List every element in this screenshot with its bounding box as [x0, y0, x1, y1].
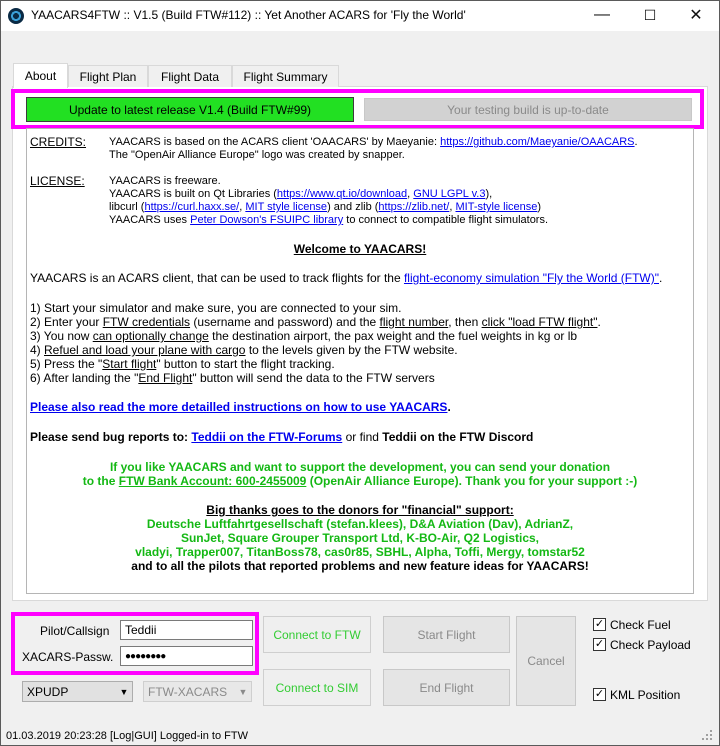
check-fuel-checkbox[interactable]: ✓ [593, 618, 606, 631]
sim-type-value: XPUDP [27, 684, 69, 699]
acars-type-value: FTW-XACARS [148, 684, 228, 699]
donate-line-2: to the FTW Bank Account: 600-2455009 (Op… [82, 474, 638, 488]
step-6: 6) After landing the "End Flight" button… [30, 371, 435, 385]
thanks-heading: Big thanks goes to the donors for "finan… [206, 503, 514, 517]
tab-flight-summary[interactable]: Flight Summary [232, 65, 339, 87]
license-line-4: YAACARS uses Peter Dowson's FSUIPC libra… [109, 214, 549, 226]
curl-link[interactable]: https://curl.haxx.se/ [144, 201, 239, 213]
password-label: XACARS-Passw. [22, 650, 114, 664]
testing-build-button: Your testing build is up-to-date [364, 98, 692, 121]
cancel-button[interactable]: Cancel [516, 616, 576, 706]
sim-type-select[interactable]: XPUDP ▼ [22, 681, 133, 702]
update-release-button[interactable]: Update to latest release V1.4 (Build FTW… [26, 97, 354, 122]
end-flight-button[interactable]: End Flight [383, 669, 510, 706]
credits-line-2: The "OpenAir Alliance Europe" logo was c… [109, 149, 405, 161]
tab-flight-plan[interactable]: Flight Plan [68, 65, 148, 87]
fsuipc-link[interactable]: Peter Dowson's FSUIPC library [190, 214, 343, 226]
connect-ftw-button[interactable]: Connect to FTW [263, 616, 371, 653]
mit-license-link[interactable]: MIT style license [245, 201, 327, 213]
minimize-icon[interactable]: — [579, 0, 625, 30]
step-4: 4) Refuel and load your plane with cargo… [30, 343, 458, 357]
check-payload-checkbox[interactable]: ✓ [593, 638, 606, 651]
step-2: 2) Enter your FTW credentials (username … [30, 315, 601, 329]
resize-grip-icon[interactable] [700, 728, 714, 742]
about-text-panel[interactable]: CREDITS: YAACARS is based on the ACARS c… [26, 128, 694, 594]
mit-style-license-link[interactable]: MIT-style license [455, 201, 537, 213]
ftw-site-link[interactable]: flight-economy simulation "Fly the World… [404, 271, 659, 285]
callsign-label: Pilot/Callsign [40, 624, 110, 638]
ftw-forum-link[interactable]: Teddii on the FTW-Forums [191, 430, 342, 444]
lgpl-link[interactable]: GNU LGPL v.3 [413, 188, 485, 200]
step-1: 1) Start your simulator and make sure, y… [30, 301, 402, 315]
chevron-down-icon: ▼ [238, 686, 248, 697]
step-5: 5) Press the "Start flight" button to st… [30, 357, 335, 371]
kml-position-checkbox[interactable]: ✓ [593, 688, 606, 701]
close-icon[interactable]: ✕ [673, 0, 719, 30]
qt-download-link[interactable]: https://www.qt.io/download [277, 188, 407, 200]
donors-line-2: SunJet, Square Grouper Transport Ltd, K-… [180, 531, 540, 545]
tab-about[interactable]: About [13, 63, 68, 88]
welcome-heading: Welcome to YAACARS! [293, 242, 427, 256]
password-input[interactable]: ●●●●●●●● [120, 646, 253, 666]
donate-line-1: If you like YAACARS and want to support … [109, 460, 611, 474]
license-label: LICENSE: [30, 174, 85, 188]
callsign-input[interactable]: Teddii [120, 620, 253, 640]
license-line-2: YAACARS is built on Qt Libraries (https:… [109, 188, 493, 200]
status-bar-text: 01.03.2019 20:23:28 [Log|GUI] Logged-in … [6, 730, 248, 742]
zlib-link[interactable]: https://zlib.net/ [378, 201, 449, 213]
tab-flight-data[interactable]: Flight Data [148, 65, 232, 87]
credits-label: CREDITS: [30, 135, 87, 149]
chevron-down-icon: ▼ [119, 686, 129, 697]
donors-line-1: Deutsche Luftfahrtgesellschaft (stefan.k… [146, 517, 574, 531]
start-flight-button[interactable]: Start Flight [383, 616, 510, 653]
app-logo-icon [8, 8, 24, 24]
maximize-icon[interactable]: ☐ [627, 0, 673, 30]
donors-line-3: vladyi, Trapper007, TitanBoss78, cas0r85… [135, 545, 585, 559]
bug-report-line: Please send bug reports to: Teddii on th… [30, 430, 534, 444]
license-line-3: libcurl (https://curl.haxx.se/, MIT styl… [109, 201, 542, 213]
oaacars-link[interactable]: https://github.com/Maeyanie/OAACARS [440, 136, 634, 148]
window-title: YAACARS4FTW :: V1.5 (Build FTW#112) :: Y… [31, 8, 466, 22]
check-payload-label: Check Payload [610, 638, 691, 652]
kml-position-label: KML Position [610, 688, 681, 702]
acars-type-select: FTW-XACARS ▼ [143, 681, 252, 702]
donors-line-4: and to all the pilots that reported prob… [131, 559, 589, 573]
step-3: 3) You now can optionally change the des… [30, 329, 578, 343]
instructions-line: Please also read the more detailled inst… [30, 400, 451, 414]
connect-sim-button[interactable]: Connect to SIM [263, 669, 371, 706]
intro-text: YAACARS is an ACARS client, that can be … [30, 271, 663, 285]
instructions-link[interactable]: Please also read the more detailled inst… [30, 400, 447, 414]
credits-line-1: YAACARS is based on the ACARS client 'OA… [109, 136, 638, 148]
check-fuel-label: Check Fuel [610, 618, 671, 632]
license-line-1: YAACARS is freeware. [109, 175, 221, 187]
